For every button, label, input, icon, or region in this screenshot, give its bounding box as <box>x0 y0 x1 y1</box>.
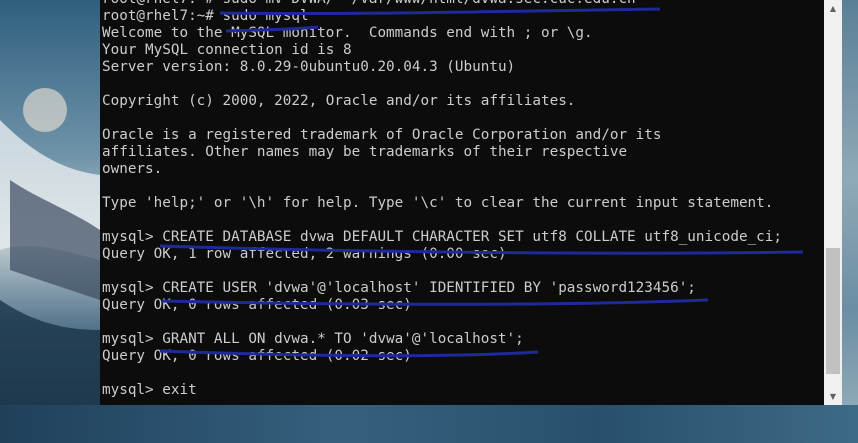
wallpaper-artwork-right <box>842 0 858 443</box>
scroll-up-arrow-icon[interactable]: ▲ <box>824 0 842 17</box>
terminal-line: mysql> exit <box>102 382 197 398</box>
wallpaper-illustration <box>0 88 100 443</box>
terminal-line: Query OK, 0 rows affected (0.03 sec) <box>102 297 412 313</box>
terminal-line: Type 'help;' or '\h' for help. Type '\c'… <box>102 195 774 211</box>
terminal-line: mysql> CREATE USER 'dvwa'@'localhost' ID… <box>102 280 696 296</box>
terminal-line: mysql> GRANT ALL ON dvwa.* TO 'dvwa'@'lo… <box>102 331 524 347</box>
terminal-output: root@rhel7:~# sudo mv DVWA/* /var/www/ht… <box>100 0 824 399</box>
terminal-line: Your MySQL connection id is 8 <box>102 42 352 58</box>
terminal-line: owners. <box>102 161 163 177</box>
terminal-window[interactable]: root@rhel7:~# sudo mv DVWA/* /var/www/ht… <box>100 0 824 405</box>
terminal-line: mysql> CREATE DATABASE dvwa DEFAULT CHAR… <box>102 229 782 245</box>
terminal-line: root@rhel7:~# sudo mysql <box>102 8 309 24</box>
terminal-line: Welcome to the MySQL monitor. Commands e… <box>102 25 593 41</box>
terminal-line: affiliates. Other names may be trademark… <box>102 144 628 160</box>
wallpaper-artwork-bottom <box>0 405 858 443</box>
terminal-scrollbar[interactable]: ▲ ▼ <box>824 0 842 405</box>
terminal-line: Server version: 8.0.29-0ubuntu0.20.04.3 … <box>102 59 516 75</box>
terminal-line: root@rhel7:~# sudo mv DVWA/* /var/www/ht… <box>102 0 824 8</box>
scroll-down-arrow-icon[interactable]: ▼ <box>824 388 842 405</box>
terminal-line: Query OK, 1 row affected, 2 warnings (0.… <box>102 246 507 262</box>
terminal-line: Query OK, 0 rows affected (0.02 sec) <box>102 348 412 364</box>
scrollbar-thumb[interactable] <box>826 248 840 374</box>
wallpaper-artwork-left <box>0 0 100 443</box>
terminal-line: Copyright (c) 2000, 2022, Oracle and/or … <box>102 93 576 109</box>
terminal-line: Oracle is a registered trademark of Orac… <box>102 127 662 143</box>
